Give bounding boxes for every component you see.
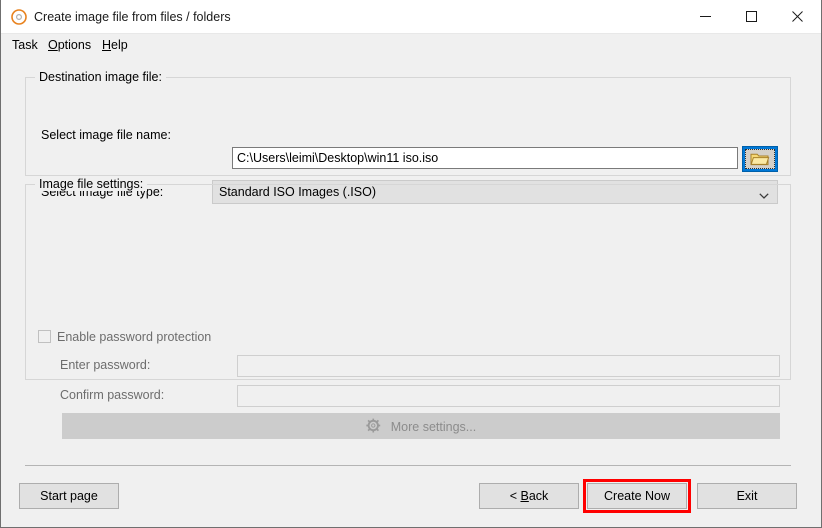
create-now-label: Create Now — [604, 489, 670, 503]
browse-focus-frame — [745, 149, 775, 169]
close-button[interactable] — [774, 0, 820, 32]
destination-group-legend: Destination image file: — [35, 70, 166, 84]
minimize-button[interactable] — [682, 0, 728, 32]
menu-item-options-mnemonic: O — [48, 38, 58, 52]
back-button[interactable]: < Back — [479, 483, 579, 509]
back-mnemonic: B — [520, 489, 529, 503]
more-settings-label: More settings... — [390, 420, 477, 434]
maximize-icon — [745, 10, 757, 22]
checkbox-box-icon — [38, 330, 51, 343]
create-now-button[interactable]: Create Now — [587, 483, 687, 509]
enter-password-input[interactable] — [237, 355, 780, 377]
confirm-password-input[interactable] — [237, 385, 780, 407]
image-file-settings-group: Image file settings: Enable password pro… — [25, 177, 791, 439]
menu-bar: Task Options Help — [1, 34, 821, 57]
disc-icon — [11, 9, 27, 25]
select-image-file-name-label: Select image file name: — [41, 128, 171, 142]
app-window: Create image file from files / folders T… — [0, 0, 822, 528]
image-file-name-input[interactable] — [232, 147, 738, 169]
menu-item-options-label: ptions — [57, 38, 92, 52]
back-label-prefix: < — [509, 489, 521, 503]
confirm-password-label: Confirm password: — [60, 388, 165, 402]
title-bar: Create image file from files / folders — [1, 0, 821, 34]
menu-item-help-label: elp — [111, 38, 128, 52]
footer-divider — [25, 465, 791, 466]
menu-item-task[interactable]: Task — [9, 37, 41, 54]
more-settings-button[interactable]: More settings... — [62, 413, 780, 439]
menu-item-help-mnemonic: H — [102, 38, 112, 52]
client-area: Destination image file: Select image fil… — [1, 57, 821, 526]
menu-item-options[interactable]: Options — [45, 37, 94, 54]
enter-password-label: Enter password: — [60, 358, 151, 372]
start-page-label: Start page — [40, 489, 98, 503]
close-icon — [791, 10, 803, 22]
browse-folder-button[interactable] — [742, 146, 778, 172]
exit-button[interactable]: Exit — [697, 483, 797, 509]
menu-item-help[interactable]: Help — [99, 37, 131, 54]
enable-password-protection-label: Enable password protection — [57, 330, 212, 344]
folder-open-icon — [750, 153, 770, 166]
window-title: Create image file from files / folders — [34, 10, 231, 24]
gear-icon — [366, 418, 381, 436]
exit-label: Exit — [736, 489, 758, 503]
minimize-icon — [699, 15, 711, 17]
back-label-suffix: ack — [528, 489, 549, 503]
maximize-button[interactable] — [728, 0, 774, 32]
menu-item-task-label: Task — [12, 38, 38, 52]
start-page-button[interactable]: Start page — [19, 483, 119, 509]
settings-group-legend: Image file settings: — [35, 177, 148, 191]
